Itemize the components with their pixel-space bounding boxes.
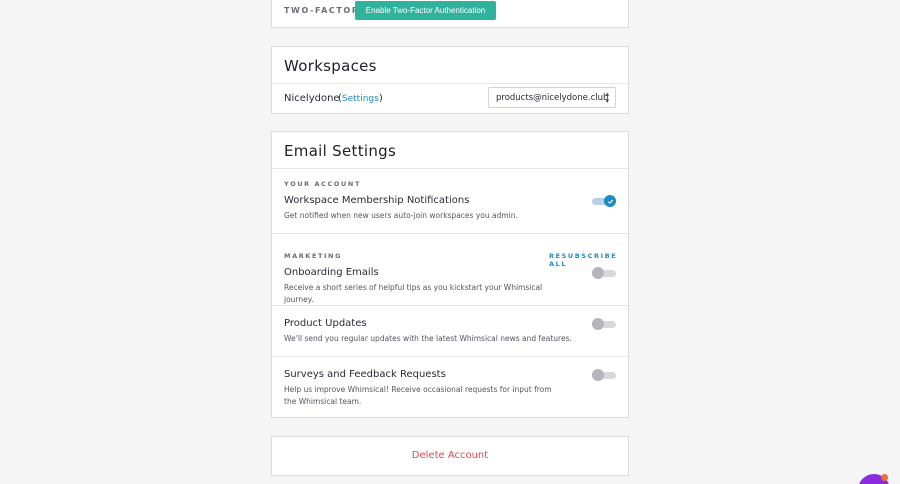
notification-title: Surveys and Feedback Requests	[284, 369, 446, 380]
marketing-label: MARKETING	[284, 252, 343, 260]
notification-title: Onboarding Emails	[284, 267, 379, 278]
notification-description: We’ll send you regular updates with the …	[284, 334, 572, 343]
email-settings-card: Email Settings YOUR ACCOUNT Workspace Me…	[271, 131, 629, 418]
notification-description: Get notified when new users auto-join wo…	[284, 211, 518, 220]
workspaces-title: Workspaces	[284, 57, 377, 75]
workspace-membership-toggle[interactable]	[592, 195, 616, 207]
divider	[272, 168, 628, 169]
divider	[272, 233, 628, 234]
notification-title: Product Updates	[284, 318, 367, 329]
surveys-feedback-toggle[interactable]	[592, 369, 616, 381]
resubscribe-all-link[interactable]: RESUBSCRIBE ALL	[549, 252, 628, 268]
enable-two-factor-button[interactable]: Enable Two-Factor Authentication	[355, 1, 496, 20]
toggle-knob	[604, 195, 616, 207]
workspace-email-select[interactable]: products@nicelydone.club ▴ ▾	[488, 87, 616, 108]
notification-description: Help us improve Whimsical! Receive occas…	[284, 385, 552, 406]
select-updown-icon: ▴ ▾	[605, 90, 609, 105]
delete-account-card: Delete Account	[271, 436, 629, 476]
toggle-knob	[592, 369, 604, 381]
product-updates-toggle[interactable]	[592, 318, 616, 330]
workspace-settings-link[interactable]: Settings	[342, 94, 379, 104]
onboarding-emails-toggle[interactable]	[592, 267, 616, 279]
two-factor-label: TWO-FACTOR	[284, 6, 360, 15]
two-factor-card: TWO-FACTOR Enable Two-Factor Authenticat…	[271, 0, 629, 28]
toggle-knob	[592, 267, 604, 279]
delete-account-button[interactable]: Delete Account	[272, 450, 628, 461]
your-account-label: YOUR ACCOUNT	[284, 180, 361, 188]
workspaces-card: Workspaces Nicelydone (Settings) product…	[271, 46, 629, 114]
check-icon	[607, 199, 613, 204]
notification-dot	[881, 474, 888, 481]
toggle-knob	[592, 318, 604, 330]
notification-description: Receive a short series of helpful tips a…	[284, 283, 543, 304]
divider	[272, 305, 628, 306]
email-settings-title: Email Settings	[284, 142, 397, 160]
workspace-name: Nicelydone	[284, 93, 340, 104]
divider	[272, 83, 628, 84]
workspace-email-value: products@nicelydone.club	[496, 92, 609, 103]
notification-title: Workspace Membership Notifications	[284, 195, 470, 206]
divider	[272, 356, 628, 357]
workspace-settings-wrapper: (Settings)	[338, 93, 383, 104]
